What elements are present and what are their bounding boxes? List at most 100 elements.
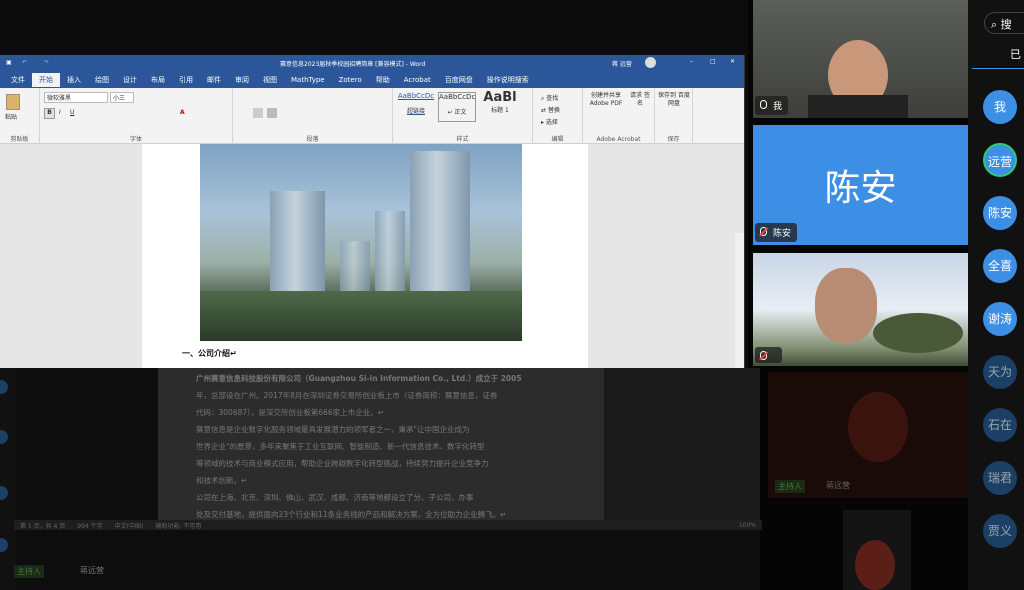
document-page[interactable]: 一、公司介绍↵ bbox=[142, 144, 588, 368]
left-edge-avatars bbox=[0, 368, 10, 590]
paste-icon[interactable] bbox=[6, 94, 20, 110]
select-button[interactable]: ▸ 选择 bbox=[541, 117, 558, 126]
maximize-icon[interactable]: □ bbox=[710, 58, 716, 65]
participant-avatar[interactable]: 陈安 bbox=[983, 196, 1017, 230]
video-tile-chenan[interactable]: 陈安 陈安 bbox=[753, 125, 968, 245]
building-photo bbox=[200, 144, 522, 341]
avatar[interactable] bbox=[645, 57, 656, 68]
panel-tab[interactable]: 已 bbox=[1010, 46, 1021, 62]
person-face bbox=[815, 268, 877, 343]
chenan-name: 陈安 bbox=[773, 229, 792, 239]
select-label: 选择 bbox=[545, 119, 558, 126]
underline-button[interactable]: U bbox=[70, 109, 74, 116]
font-color-button[interactable]: A bbox=[180, 109, 185, 116]
acrobat-group: 创建并共享 Adobe PDF 请求 签名 Adobe Acrobat bbox=[583, 88, 655, 144]
paste-label[interactable]: 粘贴 bbox=[5, 112, 17, 121]
request-sign-button[interactable]: 请求 签名 bbox=[629, 92, 651, 108]
vertical-scrollbar[interactable] bbox=[735, 233, 744, 368]
minimize-icon[interactable]: – bbox=[690, 58, 693, 65]
video-tile-me[interactable]: 我 bbox=[753, 0, 968, 118]
participant-avatar[interactable]: 石在 bbox=[983, 408, 1017, 442]
video-tile-third[interactable] bbox=[753, 253, 968, 366]
dim-right-area bbox=[604, 368, 760, 520]
close-icon[interactable]: ✕ bbox=[730, 58, 735, 65]
chenan-label: 陈安 bbox=[755, 223, 798, 242]
redo-icon[interactable]: ↷ bbox=[44, 59, 49, 66]
tab-1[interactable]: 开始 bbox=[32, 72, 60, 87]
tab-9[interactable]: 视图 bbox=[256, 73, 284, 87]
mic-muted-icon bbox=[760, 227, 767, 236]
mic-muted-icon bbox=[760, 351, 767, 360]
host-badge: 主持人 bbox=[14, 565, 44, 578]
save-baidu-button[interactable]: 保存到 百度网盘 bbox=[658, 92, 690, 108]
clipboard-label: 剪贴板 bbox=[10, 136, 29, 143]
tab-13[interactable]: Acrobat bbox=[397, 74, 438, 86]
doc-line: 赛意信息是企业数字化服务领域最具发展潜力的领军者之一，秉承"让中国企业成为 bbox=[196, 425, 470, 434]
participant-avatar[interactable]: 远营 bbox=[983, 143, 1017, 177]
participants-panel bbox=[968, 0, 1024, 590]
style-normal-name: ↵ 正文 bbox=[447, 109, 467, 116]
doc-line: 代码：300687），是深交所创业板第666家上市企业。↵ bbox=[196, 408, 384, 417]
avatar-edge bbox=[0, 380, 8, 394]
third-label bbox=[755, 347, 782, 363]
tab-5[interactable]: 布局 bbox=[144, 73, 172, 87]
participant-avatar[interactable]: 全喜 bbox=[983, 249, 1017, 283]
shared-screen: ▣ ↶ ↷ 赛意信息2023届秋季校园招聘简章 [兼容模式] - Word 蒋 … bbox=[0, 0, 762, 590]
doc-line: 公司在上海、北京、深圳、佛山、武汉、成都、济南等地都设立了分、子公司、办事 bbox=[196, 493, 474, 502]
italic-button[interactable]: I bbox=[59, 109, 61, 116]
align-left-icon[interactable] bbox=[253, 108, 263, 118]
doc-line: 处及交付基地，提供面向23个行业和11条业务线的产品和解决方案，全方位助力企业腾… bbox=[196, 510, 507, 519]
avatar-edge bbox=[0, 486, 8, 500]
participant-avatar[interactable]: 我 bbox=[983, 90, 1017, 124]
participant-avatar[interactable]: 天为 bbox=[983, 355, 1017, 389]
status-item: 100% bbox=[738, 521, 756, 529]
style-hyperlink[interactable]: AaBbCcDc 超链接 bbox=[397, 92, 435, 122]
style-normal[interactable]: AaBbCcDc ↵ 正文 bbox=[438, 92, 476, 122]
tab-4[interactable]: 设计 bbox=[116, 73, 144, 87]
tab-12[interactable]: 帮助 bbox=[369, 73, 397, 87]
person-shirt bbox=[808, 95, 908, 118]
find-button[interactable]: ⌕ 查找 bbox=[541, 93, 558, 103]
screen: ▣ ↶ ↷ 赛意信息2023届秋季校园招聘简章 [兼容模式] - Word 蒋 … bbox=[0, 0, 1024, 590]
align-center-icon[interactable] bbox=[267, 108, 277, 118]
me-name: 我 bbox=[773, 102, 783, 112]
participant-avatar[interactable]: 瑞君 bbox=[983, 461, 1017, 495]
replace-label: 替换 bbox=[547, 107, 560, 114]
panel-tab-underline bbox=[972, 68, 1024, 69]
style-heading1-preview: AaBl bbox=[483, 90, 517, 105]
save-icon[interactable]: ▣ bbox=[6, 59, 12, 66]
word-window: ▣ ↶ ↷ 赛意信息2023届秋季校园招聘简章 [兼容模式] - Word 蒋 … bbox=[0, 55, 745, 368]
tree-shape bbox=[873, 313, 963, 353]
status-bar: 第 1 页，共 4 页 994 个字 中文(中国) 辅助功能: 不可用 100% bbox=[14, 520, 762, 530]
tab-6[interactable]: 引用 bbox=[172, 73, 200, 87]
undo-icon[interactable]: ↶ bbox=[22, 59, 27, 66]
status-item: 中文(中国) bbox=[114, 522, 144, 530]
font-size-select[interactable]: 小三 bbox=[110, 92, 134, 103]
participant-avatar[interactable]: 贾义 bbox=[983, 514, 1017, 548]
create-pdf-button[interactable]: 创建并共享 Adobe PDF bbox=[587, 92, 625, 108]
find-label: 查找 bbox=[546, 95, 559, 102]
tab-2[interactable]: 插入 bbox=[60, 73, 88, 87]
style-heading1[interactable]: AaBl 标题 1 bbox=[480, 90, 520, 122]
small-video bbox=[843, 510, 911, 590]
bold-button[interactable]: B bbox=[44, 108, 55, 119]
tab-11[interactable]: Zotero bbox=[332, 74, 369, 86]
tab-7[interactable]: 邮件 bbox=[200, 73, 228, 87]
host-name: 蒋远营 bbox=[80, 566, 104, 575]
ribbon: 粘贴 剪贴板 微软雅黑 小三 B I U A 字体 段落 AaBbCcDc 超链… bbox=[0, 88, 744, 144]
tab-3[interactable]: 绘图 bbox=[88, 73, 116, 87]
replace-button[interactable]: ⇄ 替换 bbox=[541, 105, 560, 114]
title-bar: ▣ ↶ ↷ 赛意信息2023届秋季校园招聘简章 [兼容模式] - Word 蒋 … bbox=[0, 55, 744, 71]
participant-avatar[interactable]: 谢涛 bbox=[983, 302, 1017, 336]
tab-8[interactable]: 审阅 bbox=[228, 73, 256, 87]
tab-0[interactable]: 文件 bbox=[4, 73, 32, 87]
font-name-select[interactable]: 微软雅黑 bbox=[44, 92, 108, 103]
user-name[interactable]: 蒋 远营 bbox=[612, 59, 632, 68]
search-input[interactable]: ⌕ 搜 bbox=[984, 12, 1024, 34]
tab-15[interactable]: 操作说明搜索 bbox=[480, 73, 536, 87]
tab-14[interactable]: 百度网盘 bbox=[438, 73, 480, 87]
status-item: 辅助功能: 不可用 bbox=[155, 522, 202, 530]
tab-10[interactable]: MathType bbox=[284, 74, 332, 86]
dimmed-document: 广州赛意信息科技股份有限公司（Guangzhou Si-in Informati… bbox=[0, 368, 762, 590]
doc-line: 年，总部设在广州。2017年8月在深圳证券交易所创业板上市（证券简称：赛意信息，… bbox=[196, 391, 498, 400]
